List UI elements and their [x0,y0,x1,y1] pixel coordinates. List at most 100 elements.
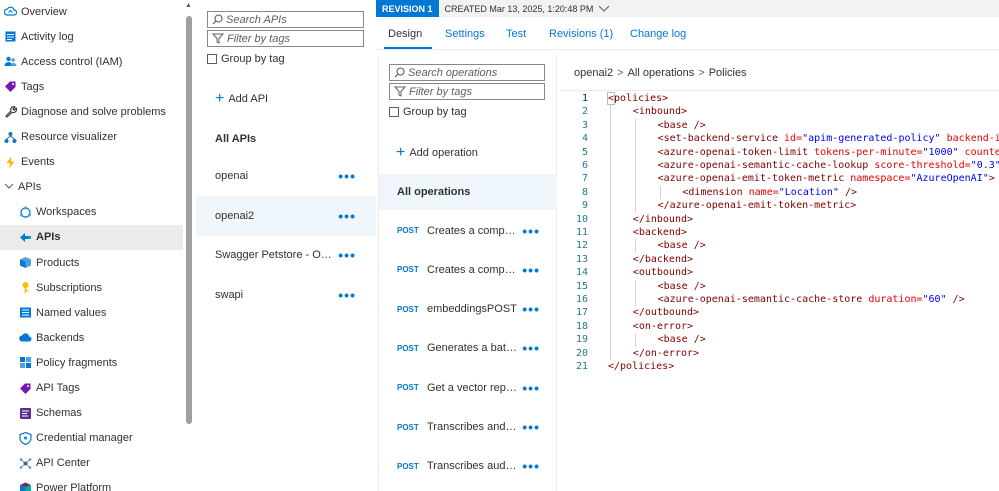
line-number: 8 [581,186,588,198]
all-apis-heading[interactable]: All APIs [215,133,256,145]
sidebar-item-apis[interactable]: APIs [0,224,183,250]
scroll-up-arrow-icon[interactable]: ▲ [185,2,192,9]
tag-icon [4,80,17,93]
operation-list-item[interactable]: POST Get a vector repr... ••• [379,368,557,407]
more-options-icon[interactable]: ••• [522,381,540,395]
search-apis-input[interactable]: Search APIs [207,11,364,28]
code-line: 5 <azure-openai-token-limit tokens-per-mi… [560,147,999,160]
sidebar-item-label: Diagnose and solve problems [21,105,166,118]
xml-tag: <azure-openai-emit-token-metric [657,173,845,185]
api-name: openai2 [215,209,255,222]
more-options-icon[interactable]: ••• [522,459,540,473]
line-number: 6 [581,160,588,171]
sidebar-item-policy-fragments[interactable]: Policy fragments [0,350,183,375]
operation-list-item[interactable]: POST Transcribes audio... ••• [379,447,557,486]
more-options-icon[interactable]: ••• [338,288,356,302]
xml-tag: <azure-openai-semantic-cache-store [657,294,863,305]
line-number: 18 [575,320,588,332]
line-number: 16 [575,294,588,305]
group-by-tag-checkbox[interactable] [389,107,399,117]
add-operation-label: Add operation [409,147,478,159]
sidebar-item-events[interactable]: Events [0,150,183,175]
tab-design[interactable]: Design [388,28,422,40]
more-options-icon[interactable]: ••• [522,341,540,355]
xml-tag-end: /> [946,294,965,305]
more-options-icon[interactable]: ••• [522,224,540,238]
group-by-tag-checkbox[interactable] [207,54,217,64]
sidebar-item-workspaces[interactable]: Workspaces [0,200,183,225]
code-line: 16 <azure-openai-semantic-cache-store dur… [560,294,999,307]
sidebar-item-resource-visualizer[interactable]: Resource visualizer [0,125,183,150]
code-text: <on-error> [633,321,693,332]
operation-list-item[interactable]: POST Generates a batc... ••• [379,329,557,368]
nav-scrollbar-thumb[interactable] [186,16,192,424]
xml-tag-end: > [988,173,995,185]
sidebar-item-activity-log[interactable]: Activity log [0,24,183,49]
sidebar-item-apis-group[interactable]: APIs [0,175,183,200]
more-options-icon[interactable]: ••• [522,302,540,316]
search-icon [394,67,405,78]
visualizer-icon [4,131,17,144]
sidebar-item-tags[interactable]: Tags [0,74,183,99]
operation-list-item[interactable]: POST Transcribes and tr... ••• [379,408,557,447]
filter-apis-by-tags-input[interactable]: Filter by tags [207,30,364,47]
apis-group-by-tag[interactable]: Group by tag [207,53,285,65]
xml-tag: <azure-openai-token-limit [657,146,809,158]
more-options-icon[interactable]: ••• [338,209,356,223]
tab-change-log[interactable]: Change log [630,28,686,40]
sidebar-item-credential-manager[interactable]: Credential manager [0,426,183,451]
api-list-item[interactable]: Swagger Petstore - Ope... ••• [196,235,376,275]
filter-operations-by-tags-input[interactable]: Filter by tags [389,83,545,100]
code-line: 6 <azure-openai-semantic-cache-lookup sco… [560,160,999,173]
sidebar-item-api-center[interactable]: API Center [0,451,183,476]
more-options-icon[interactable]: ••• [338,169,356,183]
all-operations-label: All operations [397,186,471,198]
sidebar-item-named-values[interactable]: Named values [0,300,183,325]
operation-name: Creates a comple... [427,224,517,237]
tab-test[interactable]: Test [506,28,526,40]
api-list-item[interactable]: openai2 ••• [196,195,376,236]
xml-tag: <dimension [682,186,743,198]
more-options-icon[interactable]: ••• [338,248,356,262]
search-icon [212,14,223,25]
api-name: openai [215,170,249,182]
sidebar-item-products[interactable]: Products [0,250,183,275]
add-operation-button[interactable]: + Add operation [396,145,478,161]
operation-list-item[interactable]: POST embeddingsPOST ••• [379,290,557,329]
code-text: </on-error> [633,348,699,359]
more-options-icon[interactable]: ••• [522,263,540,277]
sidebar-item-access-control-iam[interactable]: Access control (IAM) [0,49,183,74]
operation-list-item[interactable]: POST Creates a comple... ••• [379,250,557,289]
code-line: 2 <inbound> [560,106,999,119]
line-number: 1 [581,93,588,104]
http-method-badge: POST [397,226,419,235]
sidebar-item-diagnose-and-solve-problems[interactable]: Diagnose and solve problems [0,99,183,124]
tab-settings[interactable]: Settings [445,28,485,40]
tab-revisions[interactable]: Revisions (1) [549,28,613,40]
sidebar-item-schemas[interactable]: Schemas [0,401,183,426]
breadcrumb-api[interactable]: openai2 [574,67,613,79]
sidebar-item-label: API Center [36,457,90,470]
editor-divider [560,90,999,91]
xml-tag: <on-error> [632,320,694,332]
breadcrumb-operations[interactable]: All operations [628,67,695,79]
more-options-icon[interactable]: ••• [522,420,540,434]
search-operations-input[interactable]: Search operations [389,64,545,81]
api-list-item[interactable]: swapi ••• [196,275,376,315]
add-api-button[interactable]: + Add API [215,91,268,107]
api-name: Swagger Petstore - Ope... [215,249,335,261]
sidebar-item-api-tags[interactable]: API Tags [0,376,183,401]
sidebar-item-label: Workspaces [36,206,97,219]
sidebar-item-power-platform[interactable]: Power Platform [0,476,183,491]
operations-group-by-tag[interactable]: Group by tag [389,106,467,118]
all-operations-item[interactable]: All operations [379,174,557,210]
chevron-down-icon[interactable] [598,5,610,13]
sidebar-item-overview[interactable]: Overview [0,0,183,24]
xml-value: "0.3" [970,160,999,171]
line-number: 10 [575,213,588,225]
sidebar-item-backends[interactable]: Backends [0,325,183,350]
sidebar-item-subscriptions[interactable]: Subscriptions [0,275,183,300]
api-list-item[interactable]: openai ••• [196,156,376,196]
http-method-badge: POST [397,422,419,432]
operation-list-item[interactable]: POST Creates a comple... ••• [379,211,557,250]
